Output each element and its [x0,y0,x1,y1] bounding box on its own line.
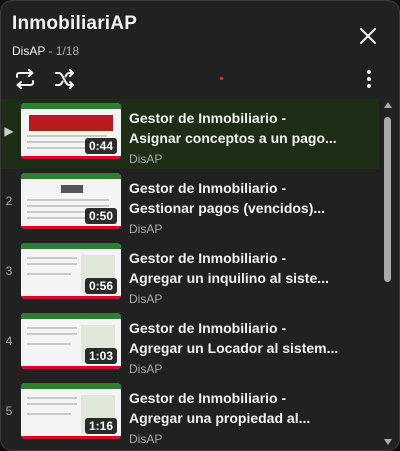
playlist-subtitle: DisAP - 1/18 [12,44,79,58]
list-item[interactable]: ▶ 0:44 Gestor de Inmobiliario - Asignar … [1,99,379,169]
video-channel[interactable]: DisAP [129,152,162,166]
duration-badge: 0:56 [84,278,117,294]
video-title-line: Agregar una propiedad al... [129,410,311,426]
item-index: 3 [5,264,13,278]
item-index: 4 [5,334,13,348]
video-thumbnail[interactable]: 0:56 [21,243,121,299]
video-channel[interactable]: DisAP [129,292,162,306]
shuffle-icon[interactable] [53,67,77,91]
item-index: 2 [5,194,13,208]
scrollbar-thumb[interactable] [384,117,391,282]
list-item[interactable]: 4 1:03 Gestor de Inmobiliario - Agregar … [1,309,379,379]
duration-badge: 0:44 [84,138,117,154]
duration-badge: 1:16 [84,418,117,434]
close-icon[interactable] [356,24,380,48]
video-title-line: Gestor de Inmobiliario - [129,110,287,126]
video-title[interactable]: Gestor de Inmobiliario - Agregar un Loca… [129,318,374,358]
video-title-line: Gestor de Inmobiliario - [129,320,287,336]
video-title-line: Gestor de Inmobiliario - [129,250,287,266]
live-dot [220,77,223,80]
video-title-line: Agregar un inquilino al siste... [129,270,329,286]
loop-icon[interactable] [13,67,37,91]
video-thumbnail[interactable]: 0:50 [21,173,121,229]
video-thumbnail[interactable]: 1:03 [21,313,121,369]
video-title-line: Asignar conceptos a un pago... [129,130,337,146]
video-title[interactable]: Gestor de Inmobiliario - Asignar concept… [129,108,374,148]
video-title[interactable]: Gestor de Inmobiliario - Gestionar pagos… [129,178,374,218]
video-title[interactable]: Gestor de Inmobiliario - Agregar un inqu… [129,248,374,288]
list-item[interactable]: 2 0:50 Gestor de Inmobiliario - Gestiona… [1,169,379,239]
list-item[interactable]: 5 1:16 Gestor de Inmobiliario - Agregar … [1,379,379,449]
video-title-line: Gestor de Inmobiliario - [129,390,287,406]
scroll-down-icon[interactable] [383,438,393,446]
video-thumbnail[interactable]: 1:16 [21,383,121,439]
playlist-position: 1/18 [55,44,80,58]
video-channel[interactable]: DisAP [129,362,162,376]
duration-badge: 0:50 [84,208,117,224]
more-vert-icon[interactable] [357,67,381,91]
list-item[interactable]: 3 0:56 Gestor de Inmobiliario - Agregar … [1,239,379,309]
now-playing-indicator: ▶ [4,124,14,138]
video-title-line: Agregar un Locador al sistem... [129,340,339,356]
duration-badge: 1:03 [84,348,117,364]
video-thumbnail[interactable]: 0:44 [21,103,121,159]
video-title-line: Gestor de Inmobiliario - [129,180,287,196]
video-channel[interactable]: DisAP [129,432,162,446]
subtitle-separator: - [45,44,56,58]
item-index: 5 [5,404,13,418]
video-title-line: Gestionar pagos (vencidos)... [129,200,326,216]
video-channel[interactable]: DisAP [129,222,162,236]
scrollbar[interactable] [382,99,394,450]
playlist-panel: InmobiliariAP DisAP - 1/18 ▶ 0:44 Gestor… [0,0,400,451]
video-title[interactable]: Gestor de Inmobiliario - Agregar una pro… [129,388,374,428]
scroll-up-icon[interactable] [383,101,393,109]
playlist-items: ▶ 0:44 Gestor de Inmobiliario - Asignar … [1,99,379,450]
playlist-title[interactable]: InmobiliariAP [12,13,137,35]
playlist-channel[interactable]: DisAP [12,44,45,58]
